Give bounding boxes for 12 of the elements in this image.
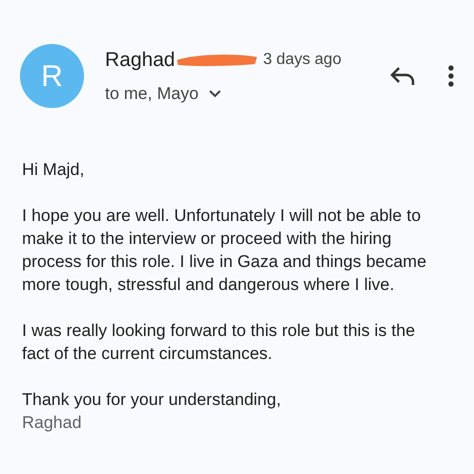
chevron-icon [208, 90, 221, 98]
signature: Raghad [22, 412, 83, 434]
recipients-dropdown[interactable]: to me, Mayo [105, 81, 221, 107]
reply-icon [390, 66, 416, 86]
message-paragraph: I was really looking forward to this role but this is the fact of the current circumstances. [22, 320, 416, 365]
message-paragraph: Thank you for your understanding, [22, 389, 282, 411]
message-paragraph: I hope you are well. Unfortunately I will not be able to make it to the interview or proceed with the hiring process for this role. I live in Gaza and things became more tough, stressful and dangerous where I live. [22, 205, 428, 296]
more-options-icon [448, 65, 454, 87]
sender-name: Raghad [105, 48, 176, 74]
greeting: Hi Majd, [22, 159, 86, 181]
timestamp: 3 days ago [263, 50, 342, 70]
avatar: R [20, 44, 84, 108]
